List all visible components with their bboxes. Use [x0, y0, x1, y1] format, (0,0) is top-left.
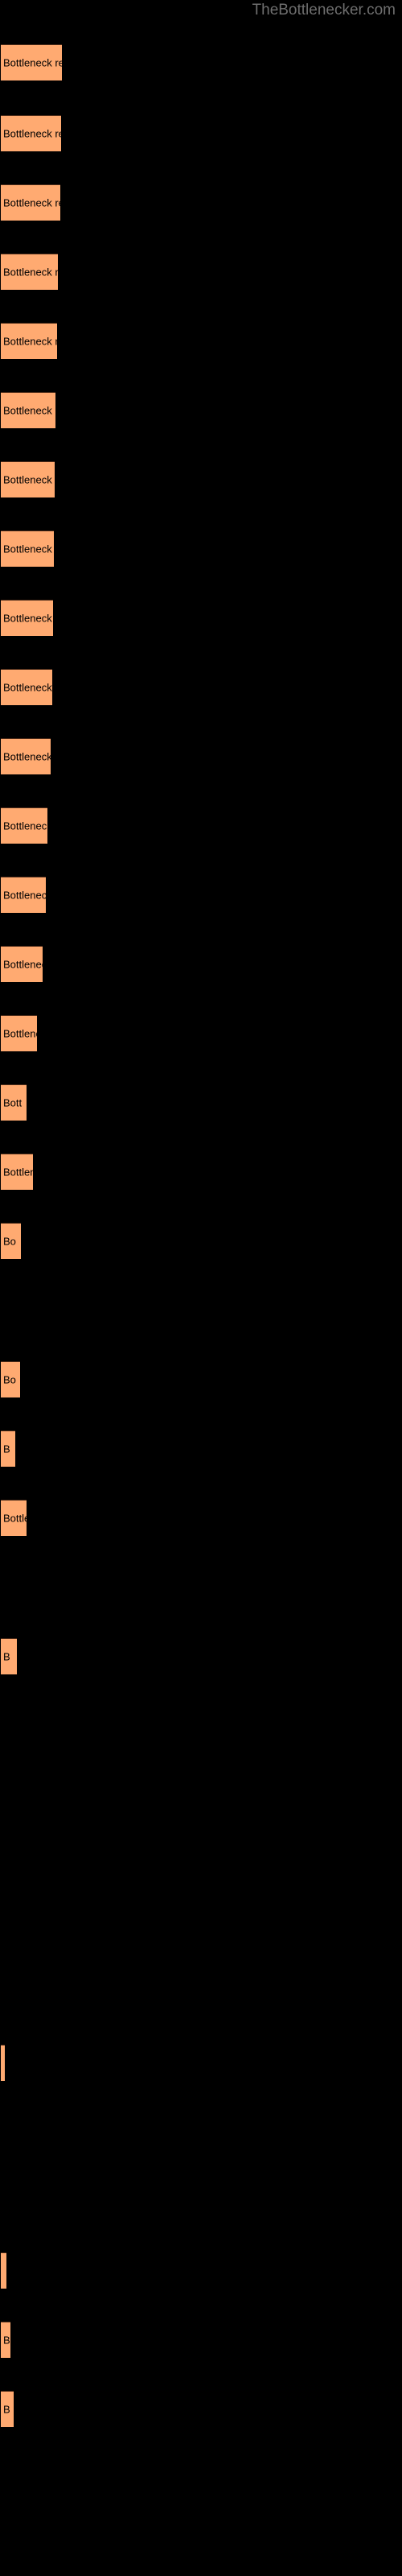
bar-label: B [3, 1443, 10, 1455]
bar-5: Bottleneck result [1, 323, 57, 359]
bar-label: Bottlene [3, 1166, 33, 1179]
bar-label: Bottleneck result [3, 473, 55, 486]
bar-label: Bott [3, 1096, 23, 1109]
bar-26: B [1, 2391, 14, 2427]
bar-15: Bottlenec [1, 1015, 37, 1051]
bar-19: Bo [1, 1361, 20, 1397]
bar-label: Bo [3, 1235, 16, 1248]
bar-series-layer: Bottleneck result Bottleneck result Bottle… [0, 0, 402, 2576]
bar-6: Bottleneck resu [1, 392, 55, 428]
bar-label: Bottleneck result [3, 266, 58, 279]
bar-label: Bottleneck resu [3, 404, 55, 417]
bar-7: Bottleneck result [1, 461, 55, 497]
bar-label: B [3, 1650, 10, 1663]
bar-label: Bottle [3, 1512, 27, 1525]
bar-label: Bottleneck resu [3, 750, 51, 763]
bar-label: B [3, 2403, 10, 2416]
bar-13: Bottleneck res [1, 877, 46, 913]
bar-17: Bottlene [1, 1154, 33, 1190]
bar-23 [1, 2045, 5, 2081]
bar-label: Bottlenec [3, 1027, 37, 1040]
bar-label: Bottleneck result [3, 56, 62, 69]
bar-9: Bottleneck resu [1, 600, 53, 636]
bar-11: Bottleneck resu [1, 738, 51, 774]
bar-14: Bottleneck re [1, 946, 43, 982]
bar-label: Bottleneck resu [3, 612, 53, 625]
bar-8: Bottleneck resul [1, 530, 54, 567]
bar-label: Bottleneck result [3, 335, 57, 348]
bar-16: Bott [1, 1084, 27, 1121]
bar-24 [1, 2252, 6, 2289]
bar-label: Bottleneck res [3, 889, 46, 902]
bar-label: Bottleneck res [3, 819, 47, 832]
bar-label: Bottleneck result [3, 127, 61, 140]
bar-20: B [1, 1430, 15, 1467]
bar-label: B [3, 2334, 10, 2347]
bar-label: Bottleneck re [3, 958, 43, 971]
bar-10: Bottleneck resu [1, 669, 52, 705]
bar-1: Bottleneck result [1, 44, 62, 80]
bar-label: Bottleneck resul [3, 543, 54, 555]
bar-4: Bottleneck result [1, 254, 58, 290]
bar-label: Bottleneck result [3, 196, 60, 209]
bar-22: B [1, 1638, 17, 1674]
bar-2: Bottleneck result [1, 115, 61, 151]
bar-3: Bottleneck result [1, 184, 60, 221]
bar-label: Bo [3, 1373, 16, 1386]
bar-25: B [1, 2322, 10, 2358]
bar-label: Bottleneck resu [3, 681, 52, 694]
bar-18: Bo [1, 1223, 21, 1259]
bottleneck-bar-chart: TheBottlenecker.com Bottleneck resultBot… [0, 0, 402, 2576]
bar-12: Bottleneck res [1, 807, 47, 844]
bar-21: Bottle [1, 1500, 27, 1536]
